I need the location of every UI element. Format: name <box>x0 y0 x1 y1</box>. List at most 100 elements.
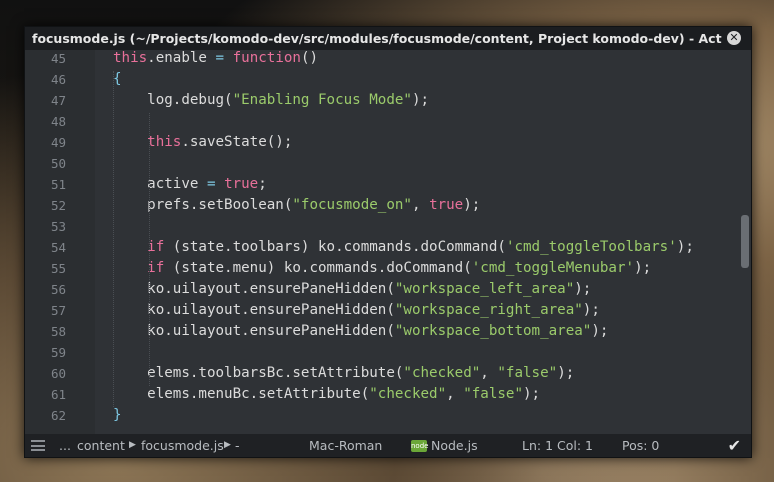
code-line[interactable]: 55 if (state.menu) ko.commands.doCommand… <box>25 258 751 279</box>
code-text: if (state.toolbars) ko.commands.doComman… <box>113 237 694 258</box>
code-text: ko.uilayout.ensurePaneHidden("workspace_… <box>113 300 600 321</box>
encoding-selector[interactable]: Mac-Roman <box>309 434 382 457</box>
code-text: this.saveState(); <box>113 132 292 153</box>
code-token: ); <box>582 302 600 318</box>
code-text: log.debug("Enabling Focus Mode"); <box>113 90 429 111</box>
code-token: () <box>300 50 319 66</box>
line-number: 54 <box>50 240 66 255</box>
line-number: 62 <box>50 408 66 423</box>
code-token: ; <box>258 176 267 192</box>
code-token: function <box>232 50 301 66</box>
code-token: ko.uilayout.ensurePaneHidden( <box>113 323 395 339</box>
code-token: ); <box>634 260 652 276</box>
code-line[interactable]: 51 active = true; <box>25 174 751 195</box>
code-token: "workspace_left_area" <box>394 281 575 297</box>
code-token: , <box>411 197 430 213</box>
code-line[interactable]: 48 <box>25 111 751 132</box>
code-text: ko.uilayout.ensurePaneHidden("workspace_… <box>113 321 608 342</box>
hamburger-icon[interactable] <box>31 440 45 451</box>
code-line[interactable]: 49 this.saveState(); <box>25 132 751 153</box>
code-token: .enable <box>147 50 216 66</box>
code-editor[interactable]: 45 this.enable = function() 46{47 log.debu… <box>25 50 751 434</box>
line-number: 51 <box>50 177 66 192</box>
code-token: "checked" <box>403 365 481 381</box>
code-text: this.enable = function() <box>113 50 318 69</box>
title-bar[interactable]: focusmode.js (~/Projects/komodo-dev/src/… <box>25 27 751 50</box>
code-line[interactable]: 59 <box>25 342 751 363</box>
editor-window: focusmode.js (~/Projects/komodo-dev/src/… <box>24 26 752 458</box>
code-line[interactable]: 58 ko.uilayout.ensurePaneHidden("workspa… <box>25 321 751 342</box>
indent-guide <box>113 71 115 407</box>
breadcrumb-folder[interactable]: content <box>77 434 125 457</box>
line-number: 57 <box>50 303 66 318</box>
line-number: 46 <box>50 72 66 87</box>
code-token: "Enabling Focus Mode" <box>232 92 412 108</box>
code-token: ); <box>463 197 481 213</box>
code-line[interactable]: 57 ko.uilayout.ensurePaneHidden("workspa… <box>25 300 751 321</box>
nodejs-icon: node <box>411 439 429 452</box>
code-token: ); <box>591 323 609 339</box>
line-number: 58 <box>50 324 66 339</box>
code-text: active = true; <box>113 174 267 195</box>
code-token: = <box>206 176 216 192</box>
code-text: elems.menuBc.setAttribute("checked", "fa… <box>113 384 540 405</box>
code-line[interactable]: 62} <box>25 405 751 426</box>
close-icon[interactable]: ✕ <box>727 31 741 45</box>
code-line[interactable]: 60 elems.toolbarsBc.setAttribute("checke… <box>25 363 751 384</box>
code-line[interactable]: 52 prefs.setBoolean("focusmode_on", true… <box>25 195 751 216</box>
line-number: 52 <box>50 198 66 213</box>
code-line[interactable]: 47 log.debug("Enabling Focus Mode"); <box>25 90 751 111</box>
language-label: Node.js <box>431 438 478 453</box>
code-token: ); <box>676 239 694 255</box>
code-line[interactable]: 54 if (state.toolbars) ko.commands.doCom… <box>25 237 751 258</box>
check-icon[interactable]: ✔ <box>728 434 741 457</box>
line-number: 49 <box>50 135 66 150</box>
code-line[interactable]: 46{ <box>25 69 751 90</box>
line-number: 45 <box>50 51 66 66</box>
code-token: "false" <box>463 386 524 402</box>
code-token: elems.toolbarsBc.setAttribute( <box>113 365 404 381</box>
code-token: "focusmode_on" <box>292 197 412 213</box>
cursor-position[interactable]: Ln: 1 Col: 1 <box>522 434 593 457</box>
breadcrumb-file[interactable]: focusmode.js <box>141 434 224 457</box>
code-token: prefs.setBoolean( <box>113 197 293 213</box>
code-token: this <box>147 134 182 150</box>
code-token: "false" <box>497 365 558 381</box>
line-number: 60 <box>50 366 66 381</box>
code-line[interactable]: 53 <box>25 216 751 237</box>
code-token: ); <box>523 386 541 402</box>
window-title: focusmode.js (~/Projects/komodo-dev/src/… <box>32 31 722 46</box>
line-number: 48 <box>50 114 66 129</box>
code-token: 'cmd_toggleToolbars' <box>505 239 677 255</box>
cursor-offset: Pos: 0 <box>622 438 660 453</box>
code-token: .saveState(); <box>181 134 293 150</box>
line-number: 56 <box>50 282 66 297</box>
line-number: 55 <box>50 261 66 276</box>
code-token: true <box>224 176 259 192</box>
code-token: = <box>215 50 225 66</box>
status-bar: ... content ▶ focusmode.js ▶ - Mac-Roman… <box>25 434 751 457</box>
language-selector[interactable]: node Node.js <box>411 434 478 457</box>
vertical-scrollbar[interactable] <box>741 215 749 268</box>
code-text: ko.uilayout.ensurePaneHidden("workspace_… <box>113 279 591 300</box>
code-token: } <box>113 407 122 423</box>
code-line[interactable]: 61 elems.menuBc.setAttribute("checked", … <box>25 384 751 405</box>
code-token: , <box>480 365 498 381</box>
code-line[interactable]: 45 this.enable = function() <box>25 50 751 69</box>
code-token: this <box>113 50 148 66</box>
code-text: if (state.menu) ko.commands.doCommand('c… <box>113 258 651 279</box>
code-token: true <box>429 197 464 213</box>
breadcrumb-ellipsis[interactable]: ... <box>59 434 71 457</box>
breadcrumb-symbol[interactable]: - <box>235 434 240 457</box>
code-line[interactable]: 56 ko.uilayout.ensurePaneHidden("workspa… <box>25 279 751 300</box>
code-text: } <box>113 405 122 426</box>
code-token: ); <box>557 365 575 381</box>
code-token: elems.menuBc.setAttribute( <box>113 386 370 402</box>
line-number: 59 <box>50 345 66 360</box>
code-token: ko.uilayout.ensurePaneHidden( <box>113 302 395 318</box>
code-line[interactable]: 50 <box>25 153 751 174</box>
